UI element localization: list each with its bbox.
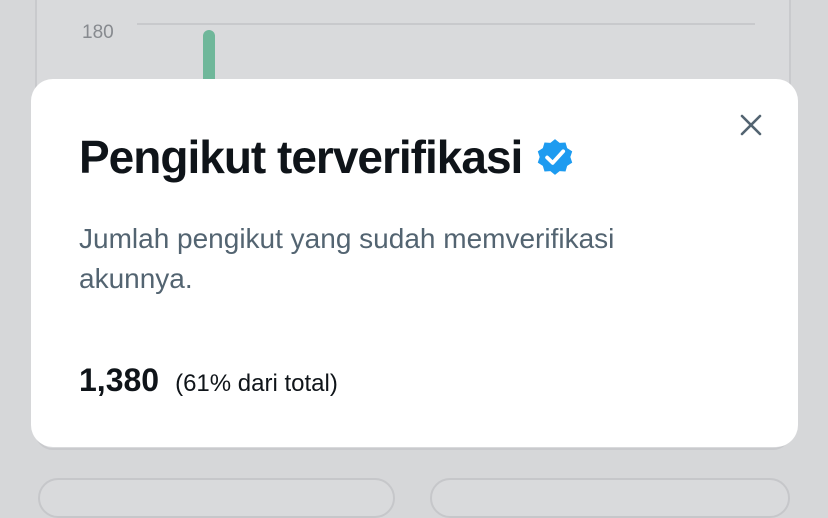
close-icon <box>740 114 762 136</box>
chart-gridline <box>137 23 755 25</box>
dialog-description: Jumlah pengikut yang sudah memverifikasi… <box>79 223 615 294</box>
stat-percent: (61% dari total) <box>175 370 338 397</box>
dialog-title: Pengikut terverifikasi <box>79 131 523 183</box>
verified-stat: 1,380 (61% dari total) <box>79 362 338 399</box>
verified-followers-dialog: Pengikut terverifikasi Jumlah pengikut y… <box>31 79 798 447</box>
background-button-left <box>38 478 395 518</box>
stat-value: 1,380 <box>79 362 160 398</box>
close-button[interactable] <box>736 110 766 140</box>
dialog-header: Pengikut terverifikasi <box>79 129 576 185</box>
background-button-right <box>430 478 790 518</box>
verified-badge-icon <box>534 136 576 178</box>
y-axis-tick-label: 180 <box>82 22 114 43</box>
